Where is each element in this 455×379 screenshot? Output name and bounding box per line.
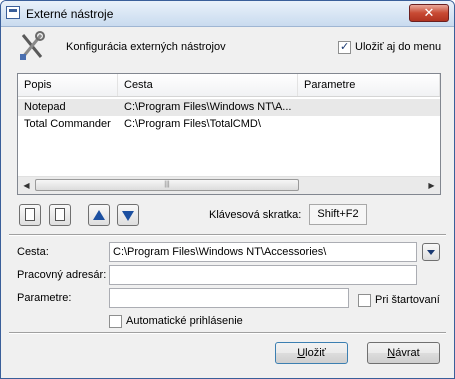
list-cell-popis: Total Commander <box>24 118 111 130</box>
save-button-label: ložiť <box>305 347 326 359</box>
window-title: Externé nástroje <box>26 7 114 21</box>
path-label: Cesta: <box>17 246 49 258</box>
scroll-right-icon[interactable]: ▶ <box>423 177 440 194</box>
delete-item-icon <box>55 208 65 221</box>
list-header: Popis Cesta Parametre <box>18 74 440 97</box>
list-item[interactable]: Notepad C:\Program Files\Windows NT\A... <box>18 99 440 116</box>
save-to-menu-label[interactable]: Uložiť aj do menu <box>355 41 441 53</box>
new-item-button[interactable] <box>19 204 41 226</box>
window-icon <box>6 6 20 19</box>
on-start-checkbox[interactable] <box>358 294 371 307</box>
auto-login-checkbox[interactable] <box>109 315 122 328</box>
header-label: Konfigurácia externých nástrojov <box>66 41 226 53</box>
list-item[interactable]: Total Commander C:\Program Files\TotalCM… <box>18 116 440 133</box>
workdir-input[interactable] <box>109 265 417 285</box>
tools-icon <box>20 31 45 60</box>
list-cell-cesta: C:\Program Files\TotalCMD\ <box>124 118 261 130</box>
list-cell-popis: Notepad <box>24 101 66 113</box>
close-button[interactable]: ✕ <box>409 4 449 22</box>
column-header-cesta[interactable]: Cesta <box>118 74 298 96</box>
arrow-up-icon <box>93 210 105 220</box>
column-header-parametre[interactable]: Parametre <box>298 74 440 96</box>
params-label: Parametre: <box>17 292 72 304</box>
params-input[interactable] <box>109 288 349 308</box>
shortcut-label: Klávesová skratka: <box>209 209 302 221</box>
separator <box>9 332 446 334</box>
auto-login-label[interactable]: Automatické prihlásenie <box>126 315 243 327</box>
save-button-accesskey: U <box>297 347 306 359</box>
new-item-icon <box>25 208 35 221</box>
move-down-button[interactable] <box>117 204 139 226</box>
back-button-label: ávrat <box>395 347 420 359</box>
back-button[interactable]: Návrat <box>367 342 440 364</box>
title-bar: Externé nástroje ✕ <box>1 1 454 27</box>
scrollbar-thumb[interactable]: ||| <box>35 179 299 191</box>
move-up-button[interactable] <box>88 204 110 226</box>
arrow-down-icon <box>122 211 134 221</box>
path-input[interactable]: C:\Program Files\Windows NT\Accessories\ <box>109 242 417 262</box>
scroll-left-icon[interactable]: ◀ <box>18 177 35 194</box>
tools-list[interactable]: Popis Cesta Parametre Notepad C:\Program… <box>17 73 441 195</box>
list-cell-cesta: C:\Program Files\Windows NT\A... <box>124 101 292 113</box>
column-header-popis[interactable]: Popis <box>18 74 118 96</box>
separator <box>9 234 446 236</box>
browse-dropdown-button[interactable] <box>422 243 440 261</box>
workdir-label: Pracovný adresár: <box>17 269 107 281</box>
on-start-label[interactable]: Pri štartovaní <box>375 294 440 306</box>
delete-item-button[interactable] <box>49 204 71 226</box>
save-button[interactable]: Uložiť <box>275 342 348 364</box>
shortcut-field[interactable]: Shift+F2 <box>309 204 367 225</box>
external-tools-dialog: Externé nástroje ✕ Konfigurácia externýc… <box>0 0 455 379</box>
save-to-menu-checkbox[interactable] <box>338 40 351 54</box>
horizontal-scrollbar[interactable]: ◀ ||| ▶ <box>18 176 440 194</box>
